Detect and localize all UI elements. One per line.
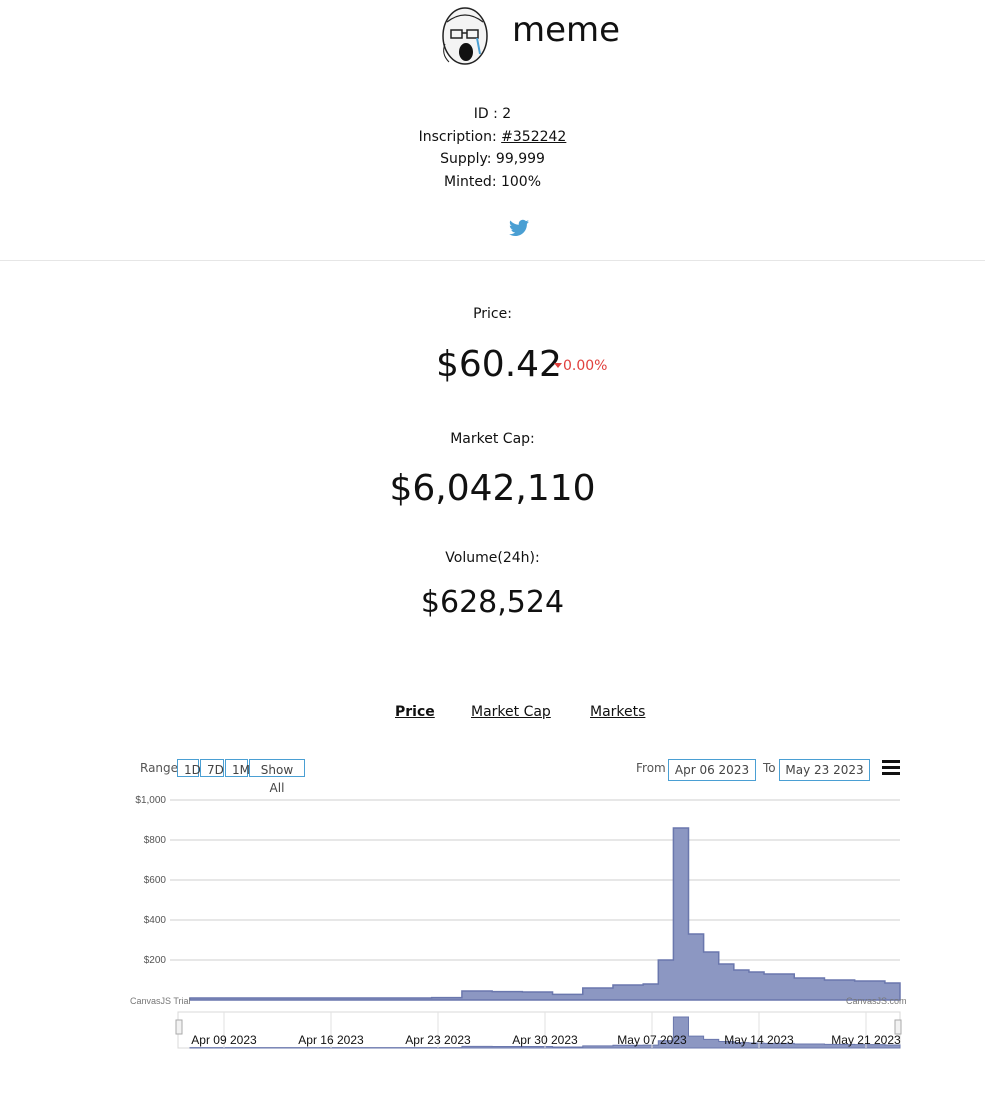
token-inscription: Inscription: #352242: [0, 129, 985, 145]
caret-down-icon: [554, 362, 562, 368]
to-date-input[interactable]: [779, 759, 870, 781]
range-show-all-button[interactable]: Show All: [249, 759, 305, 795]
x-tick-label: Apr 30 2023: [512, 1033, 578, 1047]
inscription-label: Inscription:: [418, 129, 502, 145]
price-change-value: 0.00%: [563, 358, 608, 374]
to-label: To: [763, 761, 776, 775]
watermark-left: CanvasJS Trial: [130, 996, 191, 1006]
range-1m-button[interactable]: 1M: [225, 759, 250, 777]
price-value: $60.42: [436, 344, 562, 385]
price-chart[interactable]: $1,000 $800 $600 $400 $200 CanvasJS Trial Ca…: [0, 790, 985, 1060]
x-tick-label: Apr 23 2023: [405, 1033, 471, 1047]
x-tick-label: May 07 2023: [617, 1033, 687, 1047]
navigator-right-handle[interactable]: [894, 1019, 902, 1035]
token-header: meme ID : 2 Inscription: #352242 Supply:…: [0, 0, 985, 260]
y-tick-label: $1,000: [135, 795, 166, 806]
x-tick-label: Apr 09 2023: [191, 1033, 257, 1047]
tab-market-cap[interactable]: Market Cap: [471, 704, 551, 720]
y-tick-label: $200: [144, 955, 167, 966]
price-label: Price:: [473, 306, 512, 322]
token-supply: Supply: 99,999: [440, 151, 545, 167]
range-7d-button[interactable]: 7D: [200, 759, 224, 777]
range-label: Range: [140, 761, 179, 775]
price-row: $60.42 0.00%: [0, 344, 985, 394]
chart-tabs: Price Market Cap Markets: [0, 704, 985, 726]
from-label: From: [636, 761, 666, 775]
y-tick-label: $400: [144, 915, 167, 926]
market-cap-value: $6,042,110: [389, 468, 596, 509]
from-date-input[interactable]: [668, 759, 756, 781]
price-area-series: [189, 827, 901, 1001]
watermark-right: CanvasJS.com: [846, 996, 907, 1006]
token-id: ID : 2: [473, 106, 512, 122]
twitter-icon[interactable]: [509, 219, 529, 237]
wojak-avatar-icon: [442, 7, 488, 65]
y-tick-label: $800: [144, 835, 167, 846]
tab-markets[interactable]: Markets: [590, 704, 645, 720]
range-1d-button[interactable]: 1D: [177, 759, 201, 777]
x-tick-label: May 14 2023: [724, 1033, 794, 1047]
token-name: meme: [512, 10, 621, 50]
volume-label: Volume(24h):: [445, 550, 540, 566]
token-minted: Minted: 100%: [443, 174, 542, 190]
x-tick-label: May 21 2023: [831, 1033, 901, 1047]
inscription-link[interactable]: #352242: [501, 129, 566, 145]
y-tick-label: $600: [144, 875, 167, 886]
market-cap-label: Market Cap:: [450, 431, 535, 447]
hamburger-menu-icon[interactable]: [882, 760, 900, 776]
tab-price[interactable]: Price: [395, 704, 435, 720]
header-divider: [0, 260, 985, 261]
x-tick-label: Apr 16 2023: [298, 1033, 364, 1047]
volume-value: $628,524: [420, 585, 565, 620]
price-change: 0.00%: [554, 358, 607, 374]
navigator-left-handle[interactable]: [175, 1019, 183, 1035]
